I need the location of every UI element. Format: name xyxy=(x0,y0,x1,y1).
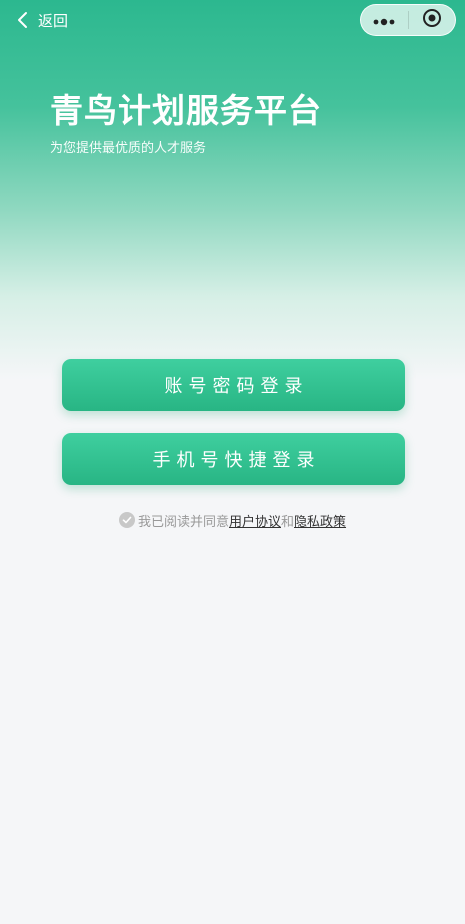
back-button[interactable]: 返回 xyxy=(16,8,68,32)
phone-quick-login-button[interactable]: 手机号快捷登录 xyxy=(62,433,405,485)
close-button[interactable] xyxy=(409,5,456,35)
privacy-policy-link[interactable]: 隐私政策 xyxy=(294,511,346,530)
target-circle-icon xyxy=(422,8,442,32)
more-dots-icon xyxy=(373,11,395,30)
page-subtitle: 为您提供最优质的人才服务 xyxy=(50,141,207,156)
hero-banner xyxy=(0,0,465,380)
agreement-prefix: 我已阅读并同意 xyxy=(137,514,229,530)
back-label: 返回 xyxy=(38,11,69,30)
navigation-bar: 返回 xyxy=(0,0,465,40)
check-circle-icon[interactable] xyxy=(118,512,135,528)
user-agreement-link[interactable]: 用户协议 xyxy=(229,511,281,530)
agreement-conjunction: 和 xyxy=(281,514,295,530)
agreement-row: 我已阅读并同意 用户协议 和 隐私政策 xyxy=(0,510,465,530)
account-password-login-button[interactable]: 账号密码登录 xyxy=(62,359,405,411)
chevron-left-icon xyxy=(16,8,34,32)
page-title: 青鸟计划服务平台 xyxy=(50,91,322,130)
mini-program-capsule xyxy=(360,4,456,36)
more-button[interactable] xyxy=(361,5,408,35)
